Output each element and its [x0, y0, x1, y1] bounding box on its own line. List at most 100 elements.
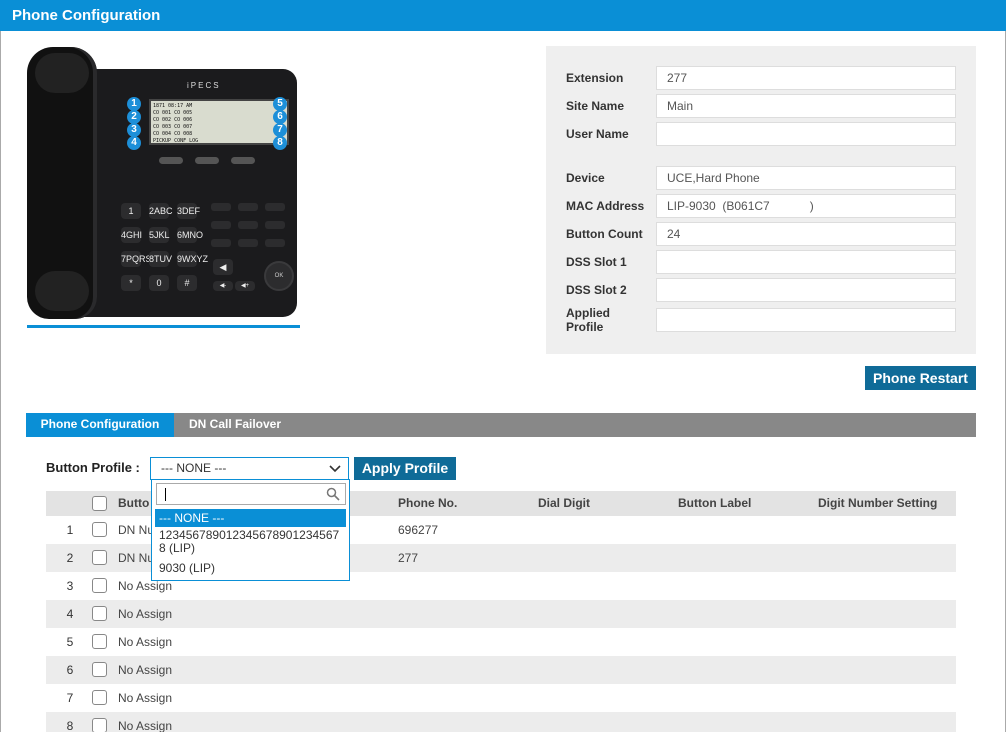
row-checkbox[interactable]: [92, 550, 107, 565]
function-key: [265, 221, 285, 229]
button-assignment[interactable]: DN Nu: [118, 544, 154, 572]
row-number: 6: [66, 663, 74, 677]
button-profile-select[interactable]: --- NONE ---: [150, 457, 349, 480]
function-key: [265, 203, 285, 211]
dial-key: 2ABC: [149, 203, 173, 219]
row-number: 4: [66, 607, 74, 621]
button-assignment[interactable]: DN Nu: [118, 516, 154, 544]
table-row: 6 No Assign: [46, 656, 956, 684]
dss-slot-2-field[interactable]: [656, 278, 956, 302]
dial-key: 8TUV: [149, 251, 172, 267]
dial-key: 1: [121, 203, 141, 219]
dss-slot-1-label: DSS Slot 1: [566, 255, 627, 269]
dial-key: 4GHI: [121, 227, 142, 243]
function-key: [211, 221, 231, 229]
row-number: 7: [66, 691, 74, 705]
function-key: [238, 221, 258, 229]
row-number: 2: [66, 551, 74, 565]
button-count-field[interactable]: 24: [656, 222, 956, 246]
table-row: 8 No Assign: [46, 712, 956, 732]
phone-brand: iPECS: [187, 81, 221, 90]
phone-number: 696277: [398, 523, 439, 537]
function-key: [265, 239, 285, 247]
select-all-checkbox[interactable]: [92, 496, 107, 511]
window-title: Phone Configuration: [0, 0, 1006, 31]
row-checkbox[interactable]: [92, 718, 107, 732]
volume-down-key: ◀-: [213, 281, 233, 291]
row-number: 1: [66, 523, 74, 537]
table-row: 4 No Assign: [46, 600, 956, 628]
line-number-badge: 5: [273, 97, 287, 111]
button-assignment[interactable]: No Assign: [118, 656, 172, 684]
phone-number: 277: [398, 551, 419, 565]
user-name-field[interactable]: [656, 122, 956, 146]
row-checkbox[interactable]: [92, 634, 107, 649]
row-checkbox[interactable]: [92, 606, 107, 621]
line-number-badge: 8: [273, 136, 287, 150]
row-checkbox[interactable]: [92, 578, 107, 593]
button-assignment[interactable]: No Assign: [118, 712, 172, 732]
info-row-user-name: User Name: [546, 122, 976, 146]
lcd-line: CO 001 CO 005: [153, 110, 193, 116]
button-assignment[interactable]: No Assign: [118, 600, 172, 628]
dss-slot-2-label: DSS Slot 2: [566, 283, 627, 297]
line-number-badge: 6: [273, 110, 287, 124]
row-checkbox[interactable]: [92, 522, 107, 537]
mac-address-label: MAC Address: [566, 199, 645, 213]
info-row-dss-slot-2: DSS Slot 2: [546, 278, 976, 302]
nav-ok-key: OK: [264, 261, 294, 291]
site-name-field[interactable]: Main: [656, 94, 956, 118]
dropdown-option[interactable]: 123456789012345678901234567 8 (LIP): [155, 529, 346, 557]
button-assignment[interactable]: No Assign: [118, 684, 172, 712]
info-row-extension: Extension 277: [546, 66, 976, 90]
phone-info-panel: Extension 277 Site Name Main User Name D…: [546, 46, 976, 354]
line-number-badge: 2: [127, 110, 141, 124]
dial-key: 0: [149, 275, 169, 291]
tab-phone-configuration[interactable]: Phone Configuration: [26, 413, 174, 437]
lcd-line: CO 002 CO 006: [153, 117, 193, 123]
soft-key: [231, 157, 255, 164]
dial-key: 5JKL: [149, 227, 170, 243]
dropdown-option[interactable]: --- NONE ---: [155, 509, 346, 527]
phone-image-underline: [27, 325, 300, 328]
phone-restart-button[interactable]: Phone Restart: [865, 366, 976, 390]
mac-address-field[interactable]: LIP-9030 (B061C7 ): [656, 194, 956, 218]
info-row-mac-address: MAC Address LIP-9030 (B061C7 ): [546, 194, 976, 218]
function-key: [211, 203, 231, 211]
row-number: 8: [66, 719, 74, 732]
line-number-badge: 3: [127, 123, 141, 137]
function-key: [238, 239, 258, 247]
phone-lcd: 1871 08:17 AM CO 001 CO 005 CO 002 CO 00…: [149, 99, 289, 145]
lcd-line: 1871 08:17 AM: [153, 103, 193, 109]
tab-bar: Phone Configuration DN Call Failover: [26, 413, 976, 437]
dial-key: #: [177, 275, 197, 291]
button-assignment[interactable]: No Assign: [118, 628, 172, 656]
soft-key: [159, 157, 183, 164]
phone-image: iPECS 1871 08:17 AM CO 001 CO 005 CO 002…: [27, 47, 299, 319]
info-row-button-count: Button Count 24: [546, 222, 976, 246]
tab-dn-call-failover[interactable]: DN Call Failover: [174, 413, 296, 437]
dial-key: 9WXYZ: [177, 251, 208, 267]
row-number: 3: [66, 579, 74, 593]
lcd-line: CO 004 CO 008: [153, 131, 193, 137]
device-label: Device: [566, 171, 605, 185]
lcd-line: PICKUP CONF LOG: [153, 138, 199, 144]
line-number-badge: 1: [127, 97, 141, 111]
volume-up-key: ◀+: [235, 281, 255, 291]
info-row-dss-slot-1: DSS Slot 1: [546, 250, 976, 274]
column-header: Butto: [118, 496, 150, 510]
dss-slot-1-field[interactable]: [656, 250, 956, 274]
function-key: [238, 203, 258, 211]
row-checkbox[interactable]: [92, 690, 107, 705]
applied-profile-label: Applied Profile: [566, 306, 610, 334]
dropdown-search-input[interactable]: [156, 483, 346, 505]
applied-profile-field[interactable]: [656, 308, 956, 332]
dropdown-option[interactable]: 9030 (LIP): [155, 560, 346, 576]
extension-field[interactable]: 277: [656, 66, 956, 90]
row-checkbox[interactable]: [92, 662, 107, 677]
line-number-badge: 7: [273, 123, 287, 137]
table-row: 5 No Assign: [46, 628, 956, 656]
apply-profile-button[interactable]: Apply Profile: [354, 457, 456, 480]
button-profile-dropdown: --- NONE --- 123456789012345678901234567…: [151, 479, 350, 581]
device-field[interactable]: UCE,Hard Phone: [656, 166, 956, 190]
